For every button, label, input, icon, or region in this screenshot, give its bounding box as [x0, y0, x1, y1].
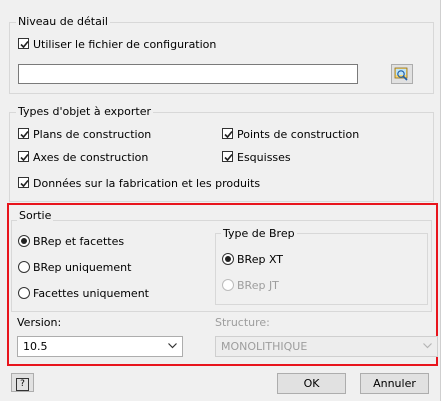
label-brep-uniquement: BRep uniquement — [33, 261, 132, 274]
check-icon — [20, 130, 29, 139]
label-plans-construction: Plans de construction — [33, 128, 152, 141]
help-button[interactable]: ? — [11, 373, 34, 392]
cancel-button[interactable]: Annuler — [360, 373, 429, 394]
check-icon — [20, 40, 29, 49]
brep-type-title: Type de Brep — [221, 227, 297, 240]
chevron-down-icon — [168, 343, 177, 349]
ok-button[interactable]: OK — [277, 373, 346, 394]
checkbox-points-construction[interactable] — [222, 128, 233, 139]
label-axes-construction: Axes de construction — [33, 151, 149, 164]
checkbox-plans-construction[interactable] — [18, 128, 29, 139]
checkbox-axes-construction[interactable] — [18, 151, 29, 162]
check-icon — [224, 130, 233, 139]
radio-dot — [225, 256, 231, 262]
checkbox-esquisses[interactable] — [222, 151, 233, 162]
label-fabrication-produits: Données sur la fabrication et les produi… — [33, 177, 261, 190]
label-esquisses: Esquisses — [237, 151, 291, 164]
config-path-input[interactable] — [18, 64, 358, 84]
check-icon — [20, 153, 29, 162]
object-types-title: Types d'objet à exporter — [16, 105, 154, 118]
browse-button[interactable] — [391, 64, 413, 84]
brep-type-group — [215, 233, 428, 305]
structure-label: Structure: — [215, 316, 270, 329]
radio-brep-xt[interactable] — [222, 253, 234, 265]
version-value: 10.5 — [23, 340, 48, 353]
label-facettes-uniquement: Facettes uniquement — [33, 287, 149, 300]
label-points-construction: Points de construction — [237, 128, 360, 141]
use-config-label: Utiliser le fichier de configuration — [33, 38, 217, 51]
structure-value: MONOLITHIQUE — [221, 340, 308, 353]
browse-folder-icon — [394, 67, 408, 81]
radio-brep-jt[interactable] — [222, 279, 234, 291]
label-brep-facettes: BRep et facettes — [33, 235, 125, 248]
detail-group-title: Niveau de détail — [16, 15, 110, 28]
chevron-down-icon — [423, 343, 432, 349]
output-group-title: Sortie — [17, 209, 54, 222]
structure-select[interactable]: MONOLITHIQUE — [215, 336, 438, 357]
radio-facettes-uniquement[interactable] — [18, 287, 30, 299]
help-icon: ? — [16, 378, 29, 391]
version-select[interactable]: 10.5 — [17, 336, 183, 357]
label-brep-jt: BRep JT — [237, 279, 279, 292]
radio-brep-uniquement[interactable] — [18, 261, 30, 273]
checkbox-fabrication-produits[interactable] — [18, 177, 29, 188]
use-config-checkbox[interactable] — [18, 38, 29, 49]
version-label: Version: — [17, 316, 62, 329]
check-icon — [224, 153, 233, 162]
label-brep-xt: BRep XT — [237, 253, 284, 266]
check-icon — [20, 179, 29, 188]
radio-brep-facettes[interactable] — [18, 235, 30, 247]
radio-dot — [21, 238, 27, 244]
